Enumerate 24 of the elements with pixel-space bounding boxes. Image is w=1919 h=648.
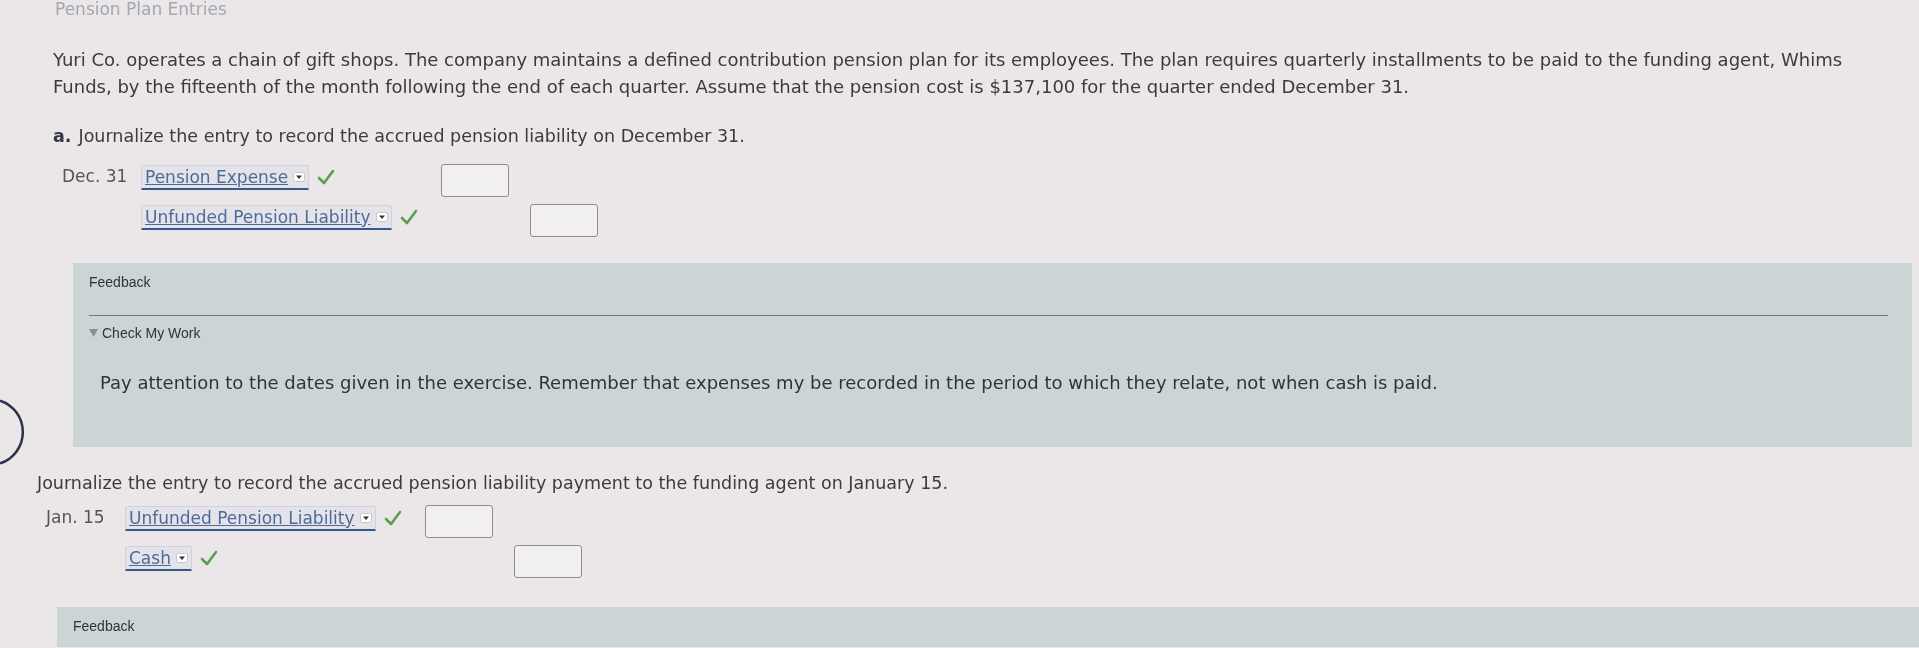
instruction-text: Journalize the entry to record the accrued pension liability on December 31. <box>78 125 745 148</box>
account-dropdown[interactable]: Cash <box>125 545 192 571</box>
problem-text: Yuri Co. operates a chain of gift shops. The company maintains a defined contribution pension plan for its employees. The plan requires quarterly installments to be paid to the funding agent, Whims Funds, by the fifteenth of the month following the end of each quarter. Assume that the pension cost is $137,100 for the quarter ended December 31. <box>53 48 1844 99</box>
account-dropdown[interactable]: Unfunded Pension Liability <box>125 505 376 531</box>
instruction-text: Journalize the entry to record the accrued pension liability payment to the funding agent on January 15. <box>37 472 949 495</box>
feedback-heading: Feedback <box>89 274 151 290</box>
amount-field[interactable] <box>441 163 509 197</box>
account-dropdown[interactable]: Pension Expense <box>141 164 310 190</box>
account-dropdown[interactable]: Unfunded Pension Liability <box>141 204 392 230</box>
page-title: Pension Plan Entries <box>55 0 227 19</box>
part-label: a. <box>53 125 72 148</box>
caret-icon <box>359 512 372 523</box>
feedback-heading: Feedback <box>73 618 135 634</box>
entry-date: Dec. 31 <box>62 166 128 187</box>
amount-field[interactable] <box>530 203 598 237</box>
ring-icon <box>0 398 25 466</box>
feedback-text: Pay attention to the dates given in the exercise. Remember that expenses my be recorded in the period to which they relate, not when cash is paid. <box>100 371 1439 395</box>
caret-icon <box>175 552 188 563</box>
caret-icon <box>375 211 388 222</box>
amount-field[interactable] <box>514 544 582 578</box>
check-my-work-toggle[interactable]: Check My Work <box>89 324 201 342</box>
entry-date: Jan. 15 <box>46 507 105 528</box>
caret-icon <box>293 171 306 182</box>
amount-field[interactable] <box>425 504 493 538</box>
